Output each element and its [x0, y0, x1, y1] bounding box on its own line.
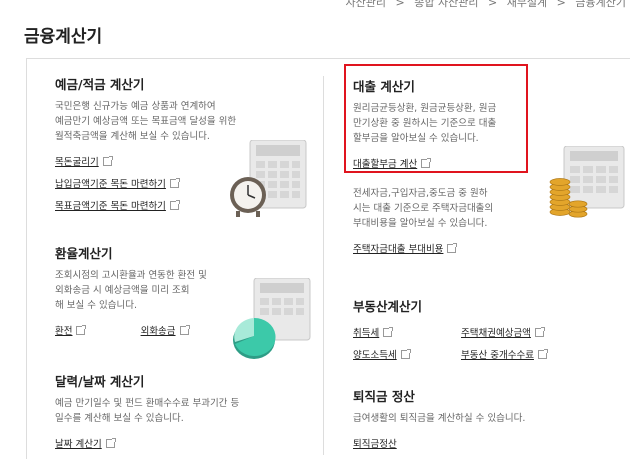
severance-description: 급여생활의 퇴직금을 계산하실 수 있습니다. — [353, 413, 526, 424]
calculator-coins-illustration — [549, 146, 625, 218]
external-link-icon — [169, 200, 180, 210]
breadcrumb-item[interactable]: 자산관리 — [346, 0, 386, 9]
housing-description: 전세자금,구입자금,중도금 중 원하 시는 대출 기준으로 주택자금대출의 부대비용… — [353, 188, 494, 229]
housing-loan-cost-section: 전세자금,구입자금,중도금 중 원하 시는 대출 기준으로 주택자금대출의 부대비용… — [353, 186, 533, 259]
deposit-description: 국민은행 신규가능 예금 상품과 연계하여 예금만기 예상금액 또는 목표금액 달… — [55, 101, 237, 142]
calendar-title: 달력/날짜 계산기 — [55, 374, 145, 389]
realestate-title: 부동산계산기 — [353, 299, 423, 314]
lump-sum-investment-link[interactable]: 목돈굴리기 — [55, 154, 113, 168]
realestate-calculator-section: 부동산계산기 취득세 주택채권예상금액 양도소득세 부동산 중개수수료 — [353, 296, 613, 365]
page-title: 금융계산기 — [24, 27, 103, 47]
calendar-calculator-section: 달력/날짜 계산기 예금 만기일수 및 펀드 환매수수료 부과기간 등 일수를 계… — [55, 371, 315, 454]
exchange-title: 환율계산기 — [55, 246, 113, 261]
external-link-icon — [105, 438, 116, 448]
external-link-icon — [447, 243, 458, 253]
severance-pay-link[interactable]: 퇴직금정산 — [353, 436, 397, 450]
loan-highlight-box — [344, 64, 528, 173]
breadcrumb-separator: > — [395, 0, 405, 9]
brokerage-fee-link[interactable]: 부동산 중개수수료 — [461, 347, 548, 361]
housing-loan-cost-link[interactable]: 주택자금대출 부대비용 — [353, 241, 458, 255]
breadcrumb-item[interactable]: 재무설계 — [507, 0, 547, 9]
calculator-clock-illustration — [230, 140, 307, 217]
external-link-icon — [400, 349, 411, 359]
clock-icon — [230, 177, 266, 217]
external-link-icon — [179, 325, 190, 335]
target-based-savings-link[interactable]: 목표금액기준 목돈 마련하기 — [55, 198, 180, 212]
external-link-icon — [534, 327, 545, 337]
external-link-icon — [383, 327, 394, 337]
external-link-icon — [169, 178, 180, 188]
acquisition-tax-link[interactable]: 취득세 — [353, 325, 461, 339]
payment-based-savings-link[interactable]: 납입금액기준 목돈 마련하기 — [55, 176, 180, 190]
calculator-icon — [563, 146, 625, 209]
external-link-icon — [76, 325, 87, 335]
severance-calculator-section: 퇴직금 정산 급여생활의 퇴직금을 계산하실 수 있습니다. 퇴직금정산 — [353, 386, 613, 454]
date-calculator-link[interactable]: 날짜 계산기 — [55, 436, 116, 450]
breadcrumb-separator: > — [487, 0, 498, 9]
breadcrumb-item[interactable]: 종합 자산관리 — [414, 0, 478, 9]
breadcrumb: 자산관리 > 종합 자산관리 > 재무설계 > 금융계산기 — [340, 0, 626, 10]
external-link-icon — [102, 156, 113, 166]
pie-chart-icon — [233, 317, 276, 359]
external-link-icon — [537, 349, 548, 359]
calculator-pie-illustration — [233, 278, 311, 359]
currency-exchange-link[interactable]: 환전 — [55, 323, 87, 337]
column-divider — [323, 76, 324, 455]
breadcrumb-item: 금융계산기 — [575, 0, 626, 9]
housing-bond-link[interactable]: 주택채권예상금액 — [461, 325, 545, 339]
breadcrumb-separator: > — [556, 0, 566, 9]
capital-gains-tax-link[interactable]: 양도소득세 — [353, 347, 461, 361]
calendar-description: 예금 만기일수 및 펀드 환매수수료 부과기간 등 일수를 계산해 보실 수 있습… — [55, 398, 240, 424]
deposit-title: 예금/적금 계산기 — [55, 77, 145, 92]
severance-title: 퇴직금 정산 — [353, 389, 415, 404]
foreign-remittance-link[interactable]: 외화송금 — [141, 323, 190, 337]
